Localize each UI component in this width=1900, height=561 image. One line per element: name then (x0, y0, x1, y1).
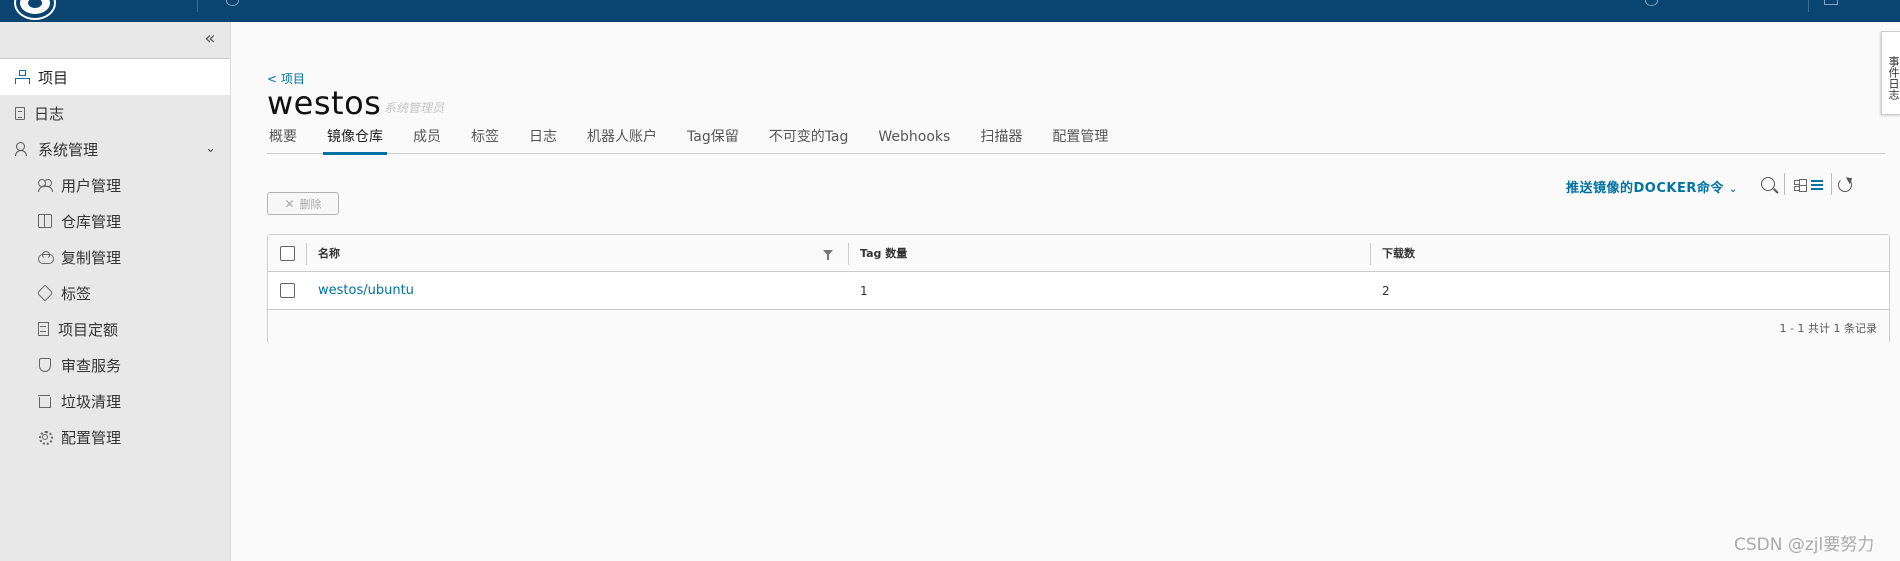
header-divider (1808, 0, 1809, 12)
sidebar-item-projects[interactable]: 项目 (0, 59, 230, 95)
sidebar-item-users[interactable]: 用户管理 (0, 167, 230, 203)
tag-count-cell: 1 (860, 283, 868, 298)
tab-repositories[interactable]: 镜像仓库 (323, 126, 387, 155)
sidebar-item-configuration[interactable]: 配置管理 (0, 419, 230, 455)
user-menu-icon[interactable] (1824, 0, 1838, 5)
push-command-label: 推送镜像的DOCKER命令 (1566, 181, 1724, 196)
table-row: westos/ubuntu 1 2 (268, 272, 1889, 310)
sidebar-item-label: 配置管理 (61, 428, 122, 447)
push-command-dropdown[interactable]: 推送镜像的DOCKER命令 ⌄ (1566, 177, 1738, 196)
filter-icon[interactable] (823, 250, 833, 260)
column-divider (306, 243, 307, 265)
close-icon: ✕ (284, 196, 295, 211)
tab-members[interactable]: 成员 (411, 126, 443, 154)
harbor-logo-icon[interactable] (16, 0, 54, 18)
sidebar-item-label: 系统管理 (38, 140, 99, 159)
repository-table: 名称 Tag 数量 下载数 westos/ubuntu 1 2 1 - 1 共计… (267, 234, 1890, 344)
tab-tag-retention[interactable]: Tag保留 (685, 126, 741, 154)
tab-bar: 概要 镜像仓库 成员 标签 日志 机器人账户 Tag保留 不可变的Tag Web… (267, 126, 1885, 155)
sidebar-item-label: 项目定额 (58, 320, 119, 339)
row-select-cell (280, 272, 295, 309)
list-view-icon[interactable] (1811, 180, 1823, 190)
sidebar-item-administration[interactable]: 系统管理 ⌄ (0, 131, 230, 167)
sidebar-item-label: 日志 (34, 104, 65, 123)
collapse-sidebar-icon[interactable]: « (200, 30, 220, 50)
toolbar-divider (1831, 173, 1832, 195)
tab-immutable-tag[interactable]: 不可变的Tag (767, 126, 851, 154)
main-content: < 项目 westos 系统管理员 概要 镜像仓库 成员 标签 日志 机器人账户… (231, 22, 1900, 561)
delete-button[interactable]: ✕ 删除 (267, 192, 339, 215)
table-header: 名称 Tag 数量 下载数 (268, 235, 1889, 272)
sidebar-item-labels[interactable]: 标签 (0, 275, 230, 311)
repository-link[interactable]: westos/ubuntu (318, 283, 414, 298)
event-log-side-tab[interactable]: 事件日志 (1881, 31, 1900, 115)
sidebar: « 项目 日志 系统管理 ⌄ 用户管理 仓库管理 复制管理 标签 项目定额 审查… (0, 22, 231, 561)
registry-box-icon (38, 214, 52, 228)
sidebar-item-label: 审查服务 (61, 356, 122, 375)
project-tree-icon (15, 70, 30, 84)
sidebar-item-label: 仓库管理 (61, 212, 122, 231)
sidebar-item-logs[interactable]: 日志 (0, 95, 230, 131)
sidebar-item-registries[interactable]: 仓库管理 (0, 203, 230, 239)
tab-summary[interactable]: 概要 (267, 126, 299, 154)
page-title: westos (267, 84, 382, 122)
column-divider[interactable] (848, 243, 849, 265)
watermark: CSDN @zjl要努力 (1734, 535, 1875, 555)
trash-icon (38, 394, 52, 408)
toolbar-divider (1784, 173, 1785, 195)
repository-name-cell: westos/ubuntu (318, 272, 414, 309)
tab-robot-accounts[interactable]: 机器人账户 (585, 126, 659, 154)
column-header-downloads[interactable]: 下载数 (1382, 235, 1415, 271)
table-footer: 1 - 1 共计 1 条记录 (268, 310, 1889, 344)
tab-webhooks[interactable]: Webhooks (876, 126, 952, 154)
search-icon[interactable] (226, 0, 239, 6)
column-header-tag-count[interactable]: Tag 数量 (860, 235, 907, 271)
delete-button-label: 删除 (299, 197, 322, 211)
tab-scanner[interactable]: 扫描器 (978, 126, 1024, 154)
select-all-checkbox[interactable] (280, 245, 295, 261)
log-icon (15, 106, 25, 120)
sidebar-item-label: 复制管理 (61, 248, 122, 267)
sidebar-item-interrogation-services[interactable]: 审查服务 (0, 347, 230, 383)
tab-configuration[interactable]: 配置管理 (1050, 126, 1110, 154)
sidebar-item-label: 标签 (61, 284, 92, 303)
refresh-icon[interactable] (1838, 178, 1852, 192)
shield-icon (38, 358, 52, 372)
tag-icon (38, 286, 52, 300)
search-icon[interactable] (1761, 177, 1775, 191)
replication-cloud-icon (38, 250, 54, 264)
sidebar-item-label: 垃圾清理 (61, 392, 122, 411)
chevron-down-icon[interactable]: ⌄ (205, 141, 216, 156)
header-divider (197, 0, 198, 12)
sidebar-item-label: 项目 (38, 68, 69, 87)
users-icon (38, 178, 53, 192)
quota-icon (38, 322, 49, 336)
sidebar-collapse-bar: « (0, 22, 230, 59)
top-header (0, 0, 1900, 22)
card-view-icon[interactable] (1794, 180, 1806, 191)
row-checkbox[interactable] (280, 283, 295, 298)
chevron-down-icon: ⌄ (1728, 184, 1738, 195)
tab-logs[interactable]: 日志 (527, 126, 559, 154)
column-divider[interactable] (1370, 243, 1371, 265)
sidebar-item-replications[interactable]: 复制管理 (0, 239, 230, 275)
tab-labels[interactable]: 标签 (469, 126, 501, 154)
column-header-name[interactable]: 名称 (318, 235, 340, 271)
role-badge: 系统管理员 (384, 101, 445, 115)
admin-icon (15, 142, 29, 156)
select-all-cell (280, 235, 295, 271)
help-icon[interactable] (1645, 0, 1658, 6)
sidebar-item-label: 用户管理 (61, 176, 122, 195)
gear-icon (38, 430, 53, 445)
sidebar-item-garbage-collection[interactable]: 垃圾清理 (0, 383, 230, 419)
pagination-summary: 1 - 1 共计 1 条记录 (1779, 322, 1877, 335)
sidebar-item-quotas[interactable]: 项目定额 (0, 311, 230, 347)
downloads-cell: 2 (1382, 283, 1390, 298)
